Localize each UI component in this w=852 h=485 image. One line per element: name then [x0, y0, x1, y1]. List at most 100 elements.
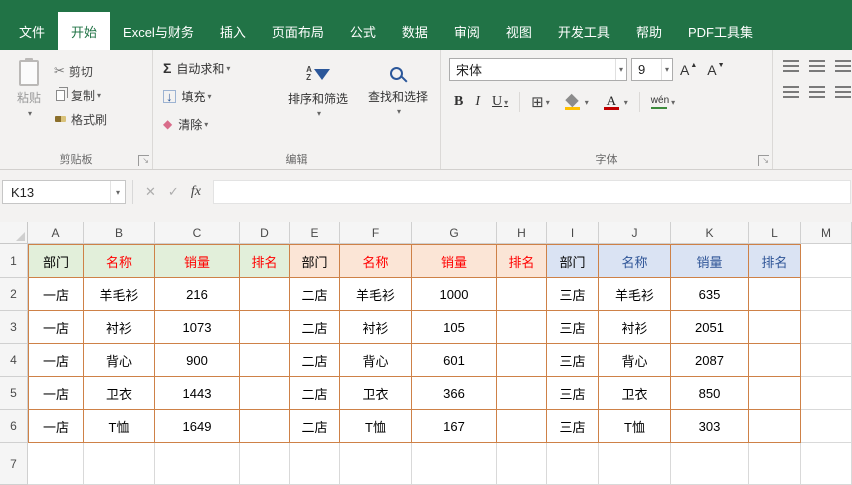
row-header-7[interactable]: 7: [0, 443, 28, 485]
cell-E7[interactable]: [290, 443, 340, 485]
cell-J5[interactable]: 卫衣: [599, 377, 671, 410]
cell-F3[interactable]: 衬衫: [340, 311, 412, 344]
cell-L3[interactable]: [749, 311, 801, 344]
cell-A3[interactable]: 一店: [28, 311, 84, 344]
col-header-B[interactable]: B: [84, 222, 155, 244]
sort-filter-button[interactable]: AZ 排序和筛选 ▾: [281, 56, 355, 153]
tab-file[interactable]: 文件: [6, 12, 58, 50]
cancel-button[interactable]: ✕: [145, 184, 156, 200]
col-header-D[interactable]: D: [240, 222, 290, 244]
header-cell-I1[interactable]: 部门: [547, 244, 599, 278]
cell-D7[interactable]: [240, 443, 290, 485]
cell-E5[interactable]: 二店: [290, 377, 340, 410]
cell-J2[interactable]: 羊毛衫: [599, 278, 671, 311]
cell-A2[interactable]: 一店: [28, 278, 84, 311]
name-box-dropdown-icon[interactable]: ▾: [110, 181, 125, 203]
cell-C5[interactable]: 1443: [155, 377, 240, 410]
tab-pdf-tools[interactable]: PDF工具集: [675, 12, 766, 50]
paste-button[interactable]: 粘贴 ▾: [4, 56, 54, 153]
col-header-F[interactable]: F: [340, 222, 412, 244]
cell-G2[interactable]: 1000: [412, 278, 497, 311]
format-painter-button[interactable]: 格式刷: [54, 110, 107, 128]
header-cell-E1[interactable]: 部门: [290, 244, 340, 278]
italic-button[interactable]: I: [470, 94, 485, 110]
name-box[interactable]: K13 ▾: [2, 180, 126, 204]
cell-H2[interactable]: [497, 278, 547, 311]
cell-B2[interactable]: 羊毛衫: [84, 278, 155, 311]
tab-formulas[interactable]: 公式: [337, 12, 389, 50]
cell-L6[interactable]: [749, 410, 801, 443]
col-header-I[interactable]: I: [547, 222, 599, 244]
cell-L2[interactable]: [749, 278, 801, 311]
tab-help[interactable]: 帮助: [623, 12, 675, 50]
enter-button[interactable]: ✓: [168, 184, 179, 200]
cell-D3[interactable]: [240, 311, 290, 344]
cell-I2[interactable]: 三店: [547, 278, 599, 311]
copy-button[interactable]: 复制 ▾: [54, 86, 107, 104]
header-cell-K1[interactable]: 销量: [671, 244, 749, 278]
col-header-E[interactable]: E: [290, 222, 340, 244]
cell-C4[interactable]: 900: [155, 344, 240, 377]
cell-K2[interactable]: 635: [671, 278, 749, 311]
cell-H6[interactable]: [497, 410, 547, 443]
cell-L7[interactable]: [749, 443, 801, 485]
cell-F5[interactable]: 卫衣: [340, 377, 412, 410]
cell-A4[interactable]: 一店: [28, 344, 84, 377]
font-name-combobox[interactable]: 宋体 ▾: [449, 58, 627, 81]
cell-F7[interactable]: [340, 443, 412, 485]
row-header-3[interactable]: 3: [0, 311, 28, 344]
cell-M1[interactable]: [801, 244, 852, 278]
header-cell-B1[interactable]: 名称: [84, 244, 155, 278]
grow-font-button[interactable]: A ▲: [677, 62, 700, 78]
tab-view[interactable]: 视图: [493, 12, 545, 50]
tab-home[interactable]: 开始: [58, 12, 110, 50]
cell-B5[interactable]: 卫衣: [84, 377, 155, 410]
clipboard-dialog-launcher-icon[interactable]: ↘: [138, 155, 149, 166]
cell-D6[interactable]: [240, 410, 290, 443]
cell-K6[interactable]: 303: [671, 410, 749, 443]
tab-developer[interactable]: 开发工具: [545, 12, 623, 50]
tab-excel-finance[interactable]: Excel与财务: [110, 12, 207, 50]
cell-G7[interactable]: [412, 443, 497, 485]
cell-M2[interactable]: [801, 278, 852, 311]
cell-L4[interactable]: [749, 344, 801, 377]
header-cell-H1[interactable]: 排名: [497, 244, 547, 278]
cell-K3[interactable]: 2051: [671, 311, 749, 344]
header-cell-J1[interactable]: 名称: [599, 244, 671, 278]
cell-A6[interactable]: 一店: [28, 410, 84, 443]
cell-M5[interactable]: [801, 377, 852, 410]
align-middle-icon[interactable]: [809, 60, 825, 72]
tab-page-layout[interactable]: 页面布局: [259, 12, 337, 50]
cell-A5[interactable]: 一店: [28, 377, 84, 410]
cell-G3[interactable]: 105: [412, 311, 497, 344]
row-header-1[interactable]: 1: [0, 244, 28, 278]
cell-B4[interactable]: 背心: [84, 344, 155, 377]
row-header-2[interactable]: 2: [0, 278, 28, 311]
cell-B3[interactable]: 衬衫: [84, 311, 155, 344]
cell-H4[interactable]: [497, 344, 547, 377]
cell-G5[interactable]: 366: [412, 377, 497, 410]
cell-E2[interactable]: 二店: [290, 278, 340, 311]
cell-I5[interactable]: 三店: [547, 377, 599, 410]
cell-G6[interactable]: 167: [412, 410, 497, 443]
col-header-G[interactable]: G: [412, 222, 497, 244]
formula-input[interactable]: [213, 180, 851, 204]
cell-C6[interactable]: 1649: [155, 410, 240, 443]
cell-K5[interactable]: 850: [671, 377, 749, 410]
cut-button[interactable]: ✂ 剪切: [54, 62, 107, 80]
cell-F4[interactable]: 背心: [340, 344, 412, 377]
cell-D2[interactable]: [240, 278, 290, 311]
col-header-A[interactable]: A: [28, 222, 84, 244]
cell-H5[interactable]: [497, 377, 547, 410]
cell-B6[interactable]: T恤: [84, 410, 155, 443]
align-left-icon[interactable]: [783, 86, 799, 98]
tab-insert[interactable]: 插入: [207, 12, 259, 50]
header-cell-C1[interactable]: 销量: [155, 244, 240, 278]
col-header-C[interactable]: C: [155, 222, 240, 244]
autosum-button[interactable]: Σ 自动求和 ▾: [163, 58, 273, 78]
cell-M4[interactable]: [801, 344, 852, 377]
cell-C3[interactable]: 1073: [155, 311, 240, 344]
cell-C2[interactable]: 216: [155, 278, 240, 311]
underline-button[interactable]: U▾: [487, 94, 513, 110]
header-cell-F1[interactable]: 名称: [340, 244, 412, 278]
